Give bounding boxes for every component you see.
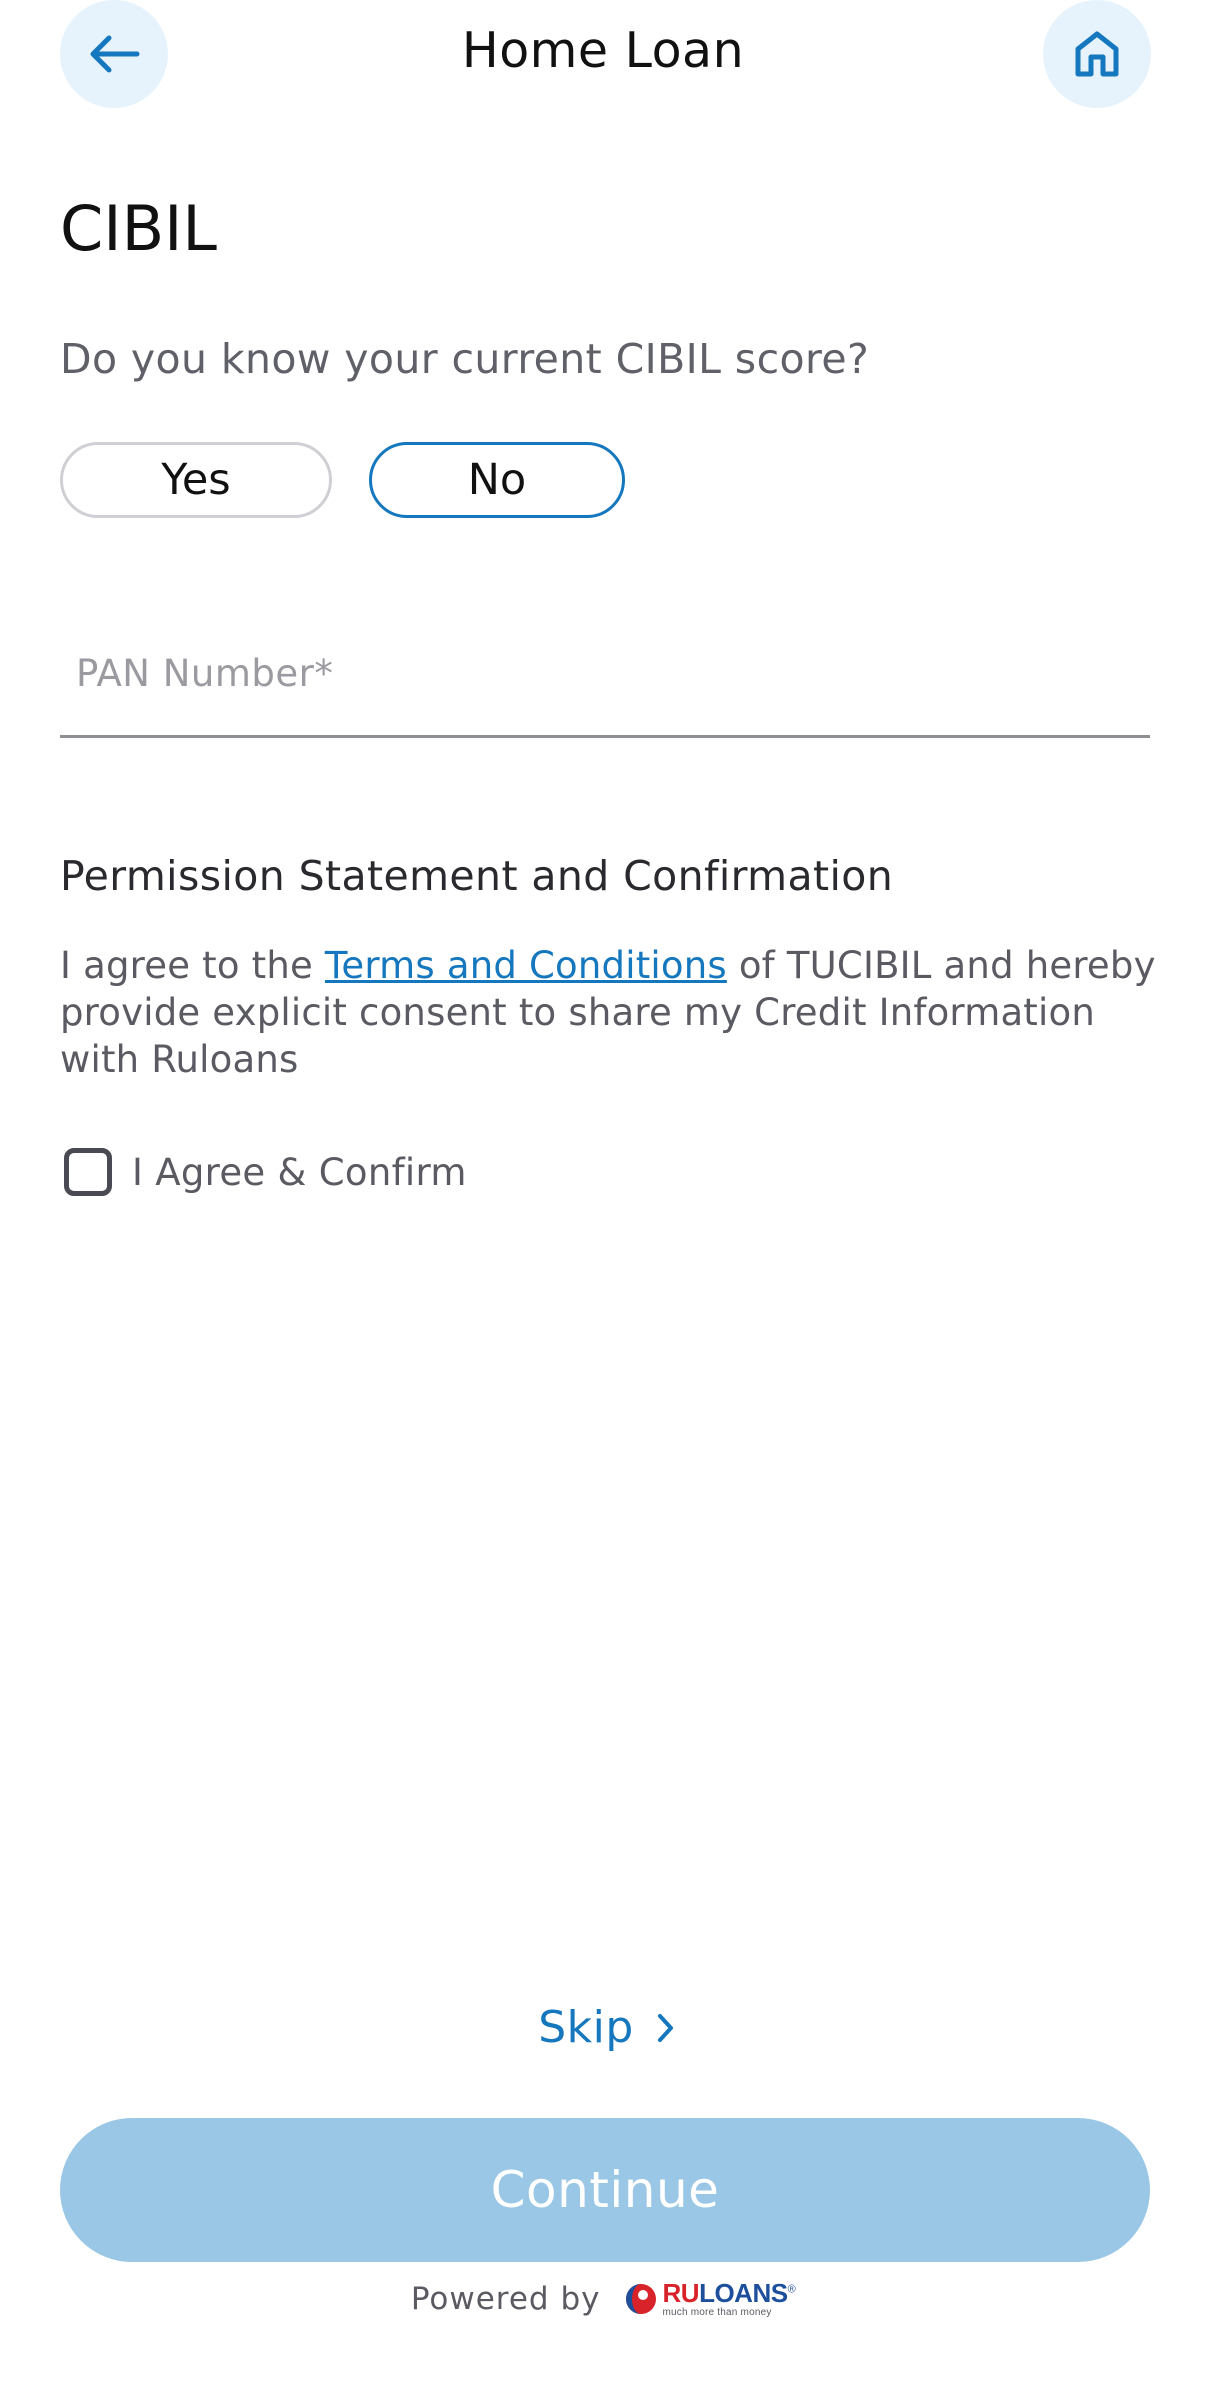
skip-link[interactable]: Skip [0, 2002, 1206, 2053]
pan-number-field [60, 620, 1150, 738]
cibil-question: Do you know your current CIBIL score? [60, 335, 870, 383]
option-yes-button[interactable]: Yes [60, 442, 332, 518]
skip-label: Skip [538, 2002, 634, 2053]
permission-text-before: I agree to the [60, 944, 325, 987]
agree-confirm-label: I Agree & Confirm [132, 1150, 467, 1194]
home-button[interactable] [1043, 0, 1151, 108]
powered-by-text: Powered by [410, 2281, 601, 2317]
logo-name-red: RU [662, 2278, 700, 2308]
logo-registered-mark: ® [787, 2283, 796, 2296]
ruloans-logo-icon [625, 2284, 656, 2314]
agree-checkbox[interactable] [64, 1148, 112, 1196]
header-title: Home Loan [461, 22, 745, 79]
permission-heading: Permission Statement and Confirmation [60, 852, 894, 900]
terms-and-conditions-link[interactable]: Terms and Conditions [325, 944, 727, 987]
app-header: Home Loan [0, 0, 1206, 110]
home-icon [1075, 31, 1119, 77]
continue-button[interactable]: Continue [60, 2118, 1150, 2262]
pan-number-input[interactable] [60, 638, 1150, 708]
ruloans-logo: RULOANS® much more than money [623, 2280, 796, 2318]
agree-confirm-row[interactable]: I Agree & Confirm [64, 1144, 467, 1200]
powered-by-footer: Powered by RULOANS® much more than money [0, 2280, 1206, 2318]
logo-name-blue: LOANS [699, 2278, 788, 2308]
logo-tagline: much more than money [662, 2307, 772, 2318]
permission-statement: I agree to the Terms and Conditions of T… [60, 942, 1160, 1083]
chevron-right-icon [657, 2013, 673, 2042]
page-title: CIBIL [60, 192, 217, 265]
option-no-button[interactable]: No [369, 442, 625, 518]
